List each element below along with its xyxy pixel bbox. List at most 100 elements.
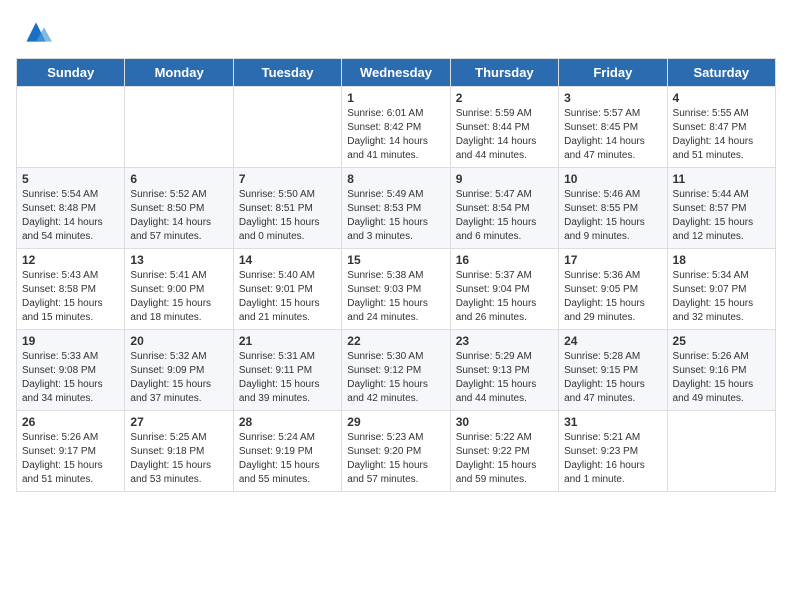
day-number: 29 (347, 415, 444, 429)
calendar-cell: 8 Sunrise: 5:49 AM Sunset: 8:53 PM Daylig… (342, 168, 450, 249)
day-header-saturday: Saturday (667, 59, 775, 87)
calendar-cell: 29 Sunrise: 5:23 AM Sunset: 9:20 PM Dayli… (342, 411, 450, 492)
day-info: Sunrise: 5:31 AM Sunset: 9:11 PM Dayligh… (239, 350, 336, 406)
day-number: 2 (456, 91, 553, 105)
day-number: 23 (456, 334, 553, 348)
day-info: Sunrise: 5:52 AM Sunset: 8:50 PM Dayligh… (130, 188, 227, 244)
calendar-cell: 26Sunrise: 5:26 AM Sunset: 9:17 PM Dayli… (17, 411, 125, 492)
day-info: Sunrise: 5:28 AM Sunset: 9:15 PM Dayligh… (564, 350, 661, 406)
day-info: Sunrise: 5:24 AM Sunset: 9:19 PM Dayligh… (239, 431, 336, 487)
calendar-cell: 21 Sunrise: 5:31 AM Sunset: 9:11 PM Dayli… (233, 330, 341, 411)
day-number: 20 (130, 334, 227, 348)
day-number: 31 (564, 415, 661, 429)
day-number: 26 (22, 415, 119, 429)
day-info: Sunrise: 5:21 AM Sunset: 9:23 PM Dayligh… (564, 431, 661, 487)
day-number: 25 (673, 334, 770, 348)
calendar-cell: 2 Sunrise: 5:59 AM Sunset: 8:44 PM Daylig… (450, 87, 558, 168)
calendar-cell: 11Sunrise: 5:44 AM Sunset: 8:57 PM Dayli… (667, 168, 775, 249)
day-number: 17 (564, 253, 661, 267)
day-info: Sunrise: 5:34 AM Sunset: 9:07 PM Dayligh… (673, 269, 770, 325)
calendar-cell: 13Sunrise: 5:41 AM Sunset: 9:00 PM Dayli… (125, 249, 233, 330)
calendar-week-5: 26Sunrise: 5:26 AM Sunset: 9:17 PM Dayli… (17, 411, 776, 492)
day-number: 28 (239, 415, 336, 429)
day-info: Sunrise: 5:25 AM Sunset: 9:18 PM Dayligh… (130, 431, 227, 487)
day-number: 14 (239, 253, 336, 267)
day-header-tuesday: Tuesday (233, 59, 341, 87)
day-info: Sunrise: 5:38 AM Sunset: 9:03 PM Dayligh… (347, 269, 444, 325)
logo-icon (20, 16, 52, 48)
calendar-cell: 1 Sunrise: 6:01 AM Sunset: 8:42 PM Daylig… (342, 87, 450, 168)
day-header-thursday: Thursday (450, 59, 558, 87)
calendar-cell: 6 Sunrise: 5:52 AM Sunset: 8:50 PM Daylig… (125, 168, 233, 249)
day-info: Sunrise: 5:30 AM Sunset: 9:12 PM Dayligh… (347, 350, 444, 406)
day-number: 3 (564, 91, 661, 105)
day-info: Sunrise: 5:46 AM Sunset: 8:55 PM Dayligh… (564, 188, 661, 244)
day-info: Sunrise: 5:33 AM Sunset: 9:08 PM Dayligh… (22, 350, 119, 406)
day-info: Sunrise: 5:57 AM Sunset: 8:45 PM Dayligh… (564, 107, 661, 163)
day-number: 5 (22, 172, 119, 186)
day-info: Sunrise: 5:36 AM Sunset: 9:05 PM Dayligh… (564, 269, 661, 325)
day-info: Sunrise: 5:22 AM Sunset: 9:22 PM Dayligh… (456, 431, 553, 487)
day-info: Sunrise: 6:01 AM Sunset: 8:42 PM Dayligh… (347, 107, 444, 163)
calendar-week-4: 19 Sunrise: 5:33 AM Sunset: 9:08 PM Dayli… (17, 330, 776, 411)
calendar-cell (125, 87, 233, 168)
day-number: 1 (347, 91, 444, 105)
day-number: 22 (347, 334, 444, 348)
calendar-cell (667, 411, 775, 492)
calendar-cell: 5 Sunrise: 5:54 AM Sunset: 8:48 PM Daylig… (17, 168, 125, 249)
calendar-week-3: 12Sunrise: 5:43 AM Sunset: 8:58 PM Dayli… (17, 249, 776, 330)
day-number: 15 (347, 253, 444, 267)
day-info: Sunrise: 5:32 AM Sunset: 9:09 PM Dayligh… (130, 350, 227, 406)
header-row: SundayMondayTuesdayWednesdayThursdayFrid… (17, 59, 776, 87)
calendar-cell: 14 Sunrise: 5:40 AM Sunset: 9:01 PM Dayli… (233, 249, 341, 330)
calendar-cell: 3 Sunrise: 5:57 AM Sunset: 8:45 PM Daylig… (559, 87, 667, 168)
calendar-cell: 30 Sunrise: 5:22 AM Sunset: 9:22 PM Dayli… (450, 411, 558, 492)
calendar-cell: 10Sunrise: 5:46 AM Sunset: 8:55 PM Dayli… (559, 168, 667, 249)
calendar-cell: 22 Sunrise: 5:30 AM Sunset: 9:12 PM Dayli… (342, 330, 450, 411)
calendar-week-1: 1 Sunrise: 6:01 AM Sunset: 8:42 PM Daylig… (17, 87, 776, 168)
calendar-cell: 24 Sunrise: 5:28 AM Sunset: 9:15 PM Dayli… (559, 330, 667, 411)
calendar-cell: 15 Sunrise: 5:38 AM Sunset: 9:03 PM Dayli… (342, 249, 450, 330)
day-number: 27 (130, 415, 227, 429)
day-number: 19 (22, 334, 119, 348)
calendar-week-2: 5 Sunrise: 5:54 AM Sunset: 8:48 PM Daylig… (17, 168, 776, 249)
calendar-cell: 9 Sunrise: 5:47 AM Sunset: 8:54 PM Daylig… (450, 168, 558, 249)
day-info: Sunrise: 5:40 AM Sunset: 9:01 PM Dayligh… (239, 269, 336, 325)
day-info: Sunrise: 5:49 AM Sunset: 8:53 PM Dayligh… (347, 188, 444, 244)
day-number: 21 (239, 334, 336, 348)
calendar-cell: 18 Sunrise: 5:34 AM Sunset: 9:07 PM Dayli… (667, 249, 775, 330)
day-info: Sunrise: 5:54 AM Sunset: 8:48 PM Dayligh… (22, 188, 119, 244)
calendar-cell: 28 Sunrise: 5:24 AM Sunset: 9:19 PM Dayli… (233, 411, 341, 492)
day-info: Sunrise: 5:37 AM Sunset: 9:04 PM Dayligh… (456, 269, 553, 325)
logo (16, 16, 52, 48)
day-info: Sunrise: 5:23 AM Sunset: 9:20 PM Dayligh… (347, 431, 444, 487)
day-info: Sunrise: 5:55 AM Sunset: 8:47 PM Dayligh… (673, 107, 770, 163)
calendar-cell: 20 Sunrise: 5:32 AM Sunset: 9:09 PM Dayli… (125, 330, 233, 411)
calendar-cell (233, 87, 341, 168)
day-info: Sunrise: 5:50 AM Sunset: 8:51 PM Dayligh… (239, 188, 336, 244)
day-header-monday: Monday (125, 59, 233, 87)
calendar-cell: 16 Sunrise: 5:37 AM Sunset: 9:04 PM Dayli… (450, 249, 558, 330)
day-info: Sunrise: 5:47 AM Sunset: 8:54 PM Dayligh… (456, 188, 553, 244)
page-header (16, 16, 776, 48)
day-number: 9 (456, 172, 553, 186)
calendar-cell: 4Sunrise: 5:55 AM Sunset: 8:47 PM Daylig… (667, 87, 775, 168)
calendar-header: SundayMondayTuesdayWednesdayThursdayFrid… (17, 59, 776, 87)
day-info: Sunrise: 5:26 AM Sunset: 9:16 PM Dayligh… (673, 350, 770, 406)
calendar-cell: 31 Sunrise: 5:21 AM Sunset: 9:23 PM Dayli… (559, 411, 667, 492)
day-info: Sunrise: 5:41 AM Sunset: 9:00 PM Dayligh… (130, 269, 227, 325)
day-header-friday: Friday (559, 59, 667, 87)
day-number: 6 (130, 172, 227, 186)
day-header-wednesday: Wednesday (342, 59, 450, 87)
day-number: 16 (456, 253, 553, 267)
day-info: Sunrise: 5:29 AM Sunset: 9:13 PM Dayligh… (456, 350, 553, 406)
day-info: Sunrise: 5:59 AM Sunset: 8:44 PM Dayligh… (456, 107, 553, 163)
day-number: 24 (564, 334, 661, 348)
day-header-sunday: Sunday (17, 59, 125, 87)
calendar-cell: 27 Sunrise: 5:25 AM Sunset: 9:18 PM Dayli… (125, 411, 233, 492)
day-number: 18 (673, 253, 770, 267)
calendar-cell (17, 87, 125, 168)
calendar-body: 1 Sunrise: 6:01 AM Sunset: 8:42 PM Daylig… (17, 87, 776, 492)
day-number: 8 (347, 172, 444, 186)
day-number: 30 (456, 415, 553, 429)
